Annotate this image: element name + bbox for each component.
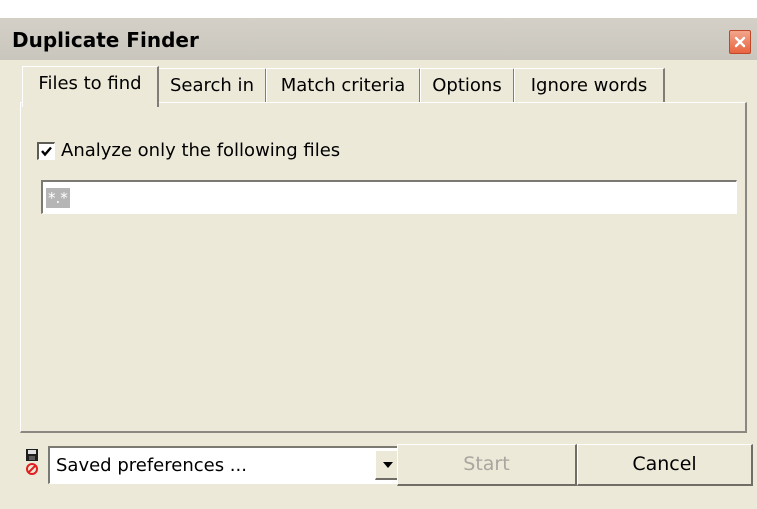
tab-label: Ignore words [530, 75, 648, 96]
window-title: Duplicate Finder [12, 28, 199, 52]
analyze-only-checkbox[interactable] [37, 142, 55, 160]
tab-label: Options [432, 75, 502, 96]
saved-preferences-dropdown[interactable]: Saved preferences ... [48, 446, 404, 484]
bottom-bar: Saved preferences ... Start Cancel [20, 436, 757, 494]
tab-ignore-words[interactable]: Ignore words [514, 68, 665, 103]
tab-match-criteria[interactable]: Match criteria [266, 68, 421, 103]
file-pattern-value: *.* [46, 188, 70, 208]
tab-label: Match criteria [280, 75, 406, 96]
start-button[interactable]: Start [397, 444, 577, 486]
tab-label: Files to find [38, 73, 142, 94]
saved-preferences-value: Saved preferences ... [56, 455, 247, 476]
analyze-only-label[interactable]: Analyze only the following files [61, 140, 340, 161]
checkmark-icon [41, 146, 52, 157]
chevron-down-icon [382, 461, 393, 468]
tab-files-to-find[interactable]: Files to find [22, 66, 159, 107]
file-pattern-input[interactable]: *.* [41, 180, 737, 214]
save-disk-icon[interactable] [24, 448, 40, 478]
close-icon [734, 36, 746, 48]
files-to-find-panel: Analyze only the following files *.* [20, 102, 747, 433]
tab-search-in[interactable]: Search in [158, 68, 267, 103]
tab-label: Search in [170, 75, 254, 96]
close-button[interactable] [729, 30, 751, 54]
duplicate-finder-window: Duplicate Finder Files to find Search in… [0, 18, 757, 509]
cancel-button[interactable]: Cancel [577, 444, 753, 486]
tab-options[interactable]: Options [420, 68, 515, 103]
title-bar[interactable]: Duplicate Finder [0, 18, 757, 60]
